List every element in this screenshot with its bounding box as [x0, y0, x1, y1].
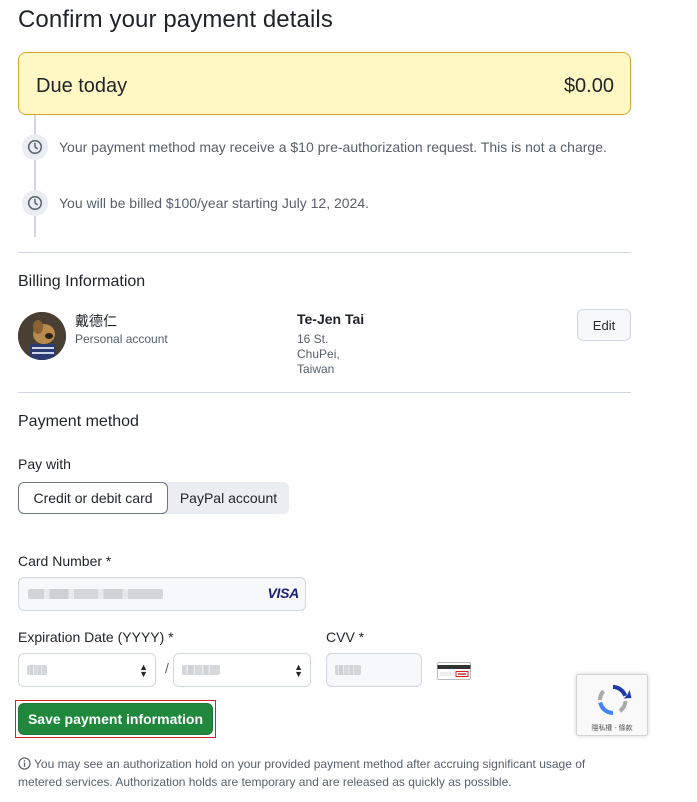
due-label: Due today — [36, 75, 128, 97]
authorization-note: You may see an authorization hold on you… — [18, 755, 618, 791]
save-payment-button[interactable]: Save payment information — [18, 703, 213, 735]
recaptcha-links[interactable]: 隱私權 - 條款 — [577, 723, 647, 733]
account-type: Personal account — [75, 332, 168, 346]
address-line: 16 St. — [297, 332, 329, 346]
card-back-cvv-icon — [437, 662, 471, 680]
masked-month — [27, 665, 47, 675]
edit-billing-button[interactable]: Edit — [577, 309, 631, 341]
timeline-item-preauth: Your payment method may receive a $10 pr… — [59, 139, 607, 155]
expiration-year-select[interactable]: ▲ ▼ — [173, 653, 311, 687]
masked-card-number — [28, 589, 163, 599]
tab-paypal[interactable]: PayPal account — [168, 482, 289, 514]
divider — [18, 252, 631, 253]
pay-with-label: Pay with — [18, 456, 71, 472]
avatar — [18, 312, 66, 360]
authorization-note-text: You may see an authorization hold on you… — [18, 757, 586, 789]
payment-type-toggle: Credit or debit card PayPal account — [18, 482, 289, 514]
due-today-banner: Due today $0.00 — [18, 52, 631, 115]
timeline-item-billing: You will be billed $100/year starting Ju… — [59, 195, 370, 211]
card-number-label: Card Number * — [18, 553, 112, 569]
due-amount: $0.00 — [563, 75, 614, 97]
address-line: ChuPei, — [297, 347, 340, 361]
recaptcha-badge[interactable]: 隱私權 - 條款 — [576, 674, 648, 736]
clock-icon — [22, 134, 48, 160]
billing-section-title: Billing Information — [18, 273, 146, 290]
divider — [18, 392, 631, 393]
cvv-label: CVV * — [326, 629, 365, 645]
info-icon — [18, 757, 31, 770]
page-title: Confirm your payment details — [18, 6, 333, 33]
recaptcha-icon — [594, 681, 632, 719]
billing-name: Te-Jen Tai — [297, 311, 365, 327]
clock-icon — [22, 190, 48, 216]
payment-section-title: Payment method — [18, 413, 139, 430]
card-number-input[interactable]: VISA — [18, 577, 306, 611]
chevron-updown-icon: ▲ ▼ — [294, 662, 303, 679]
cvv-input[interactable] — [326, 653, 422, 687]
chevron-updown-icon: ▲ ▼ — [139, 662, 148, 679]
expiration-label: Expiration Date (YYYY) * — [18, 629, 174, 645]
visa-icon: VISA — [267, 585, 300, 601]
address-line: Taiwan — [297, 362, 335, 376]
tab-credit-card[interactable]: Credit or debit card — [18, 482, 168, 514]
expiration-separator: / — [165, 660, 169, 676]
expiration-month-select[interactable]: ▲ ▼ — [18, 653, 156, 687]
masked-cvv — [335, 665, 361, 675]
account-name: 戴德仁 — [75, 313, 117, 329]
masked-year — [182, 665, 220, 675]
